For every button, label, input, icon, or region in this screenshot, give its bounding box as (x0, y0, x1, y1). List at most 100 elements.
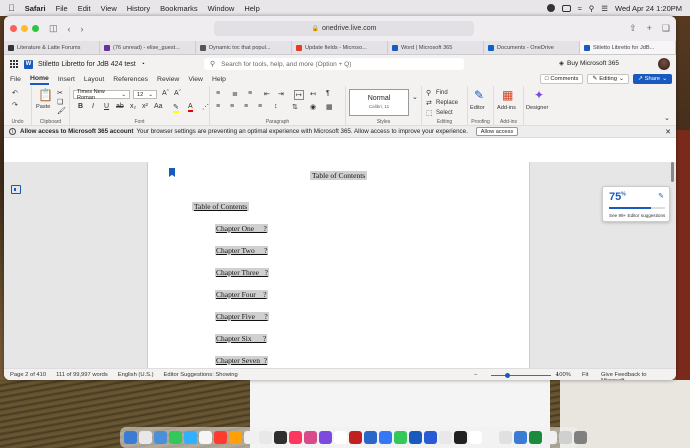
zoom-track[interactable] (491, 372, 552, 378)
change-case-icon[interactable]: Aa (154, 103, 163, 110)
toc-entry[interactable]: Chapter Four ? (215, 290, 268, 299)
dock-app-icon[interactable] (439, 431, 452, 444)
addins-label[interactable]: Add-ins (497, 105, 516, 111)
dock-app-icon[interactable] (319, 431, 332, 444)
toc-entry[interactable]: Chapter Three ? (215, 268, 269, 277)
find-icon[interactable]: ⚲ (426, 89, 431, 97)
decrease-indent-icon[interactable]: ⇤ (264, 90, 270, 98)
search-icon[interactable]: ⚲ (589, 4, 595, 13)
dock-app-icon[interactable] (304, 431, 317, 444)
dock-app-icon[interactable] (229, 431, 242, 444)
fit-button[interactable]: Fit (582, 372, 588, 378)
pilcrow-icon[interactable]: ¶ (326, 90, 330, 97)
dock-app-icon[interactable] (559, 431, 572, 444)
cut-icon[interactable]: ✂ (57, 89, 63, 97)
bold-icon[interactable]: B (78, 103, 83, 110)
control-center-icon[interactable]: ☰ (601, 4, 608, 13)
dock-app-icon[interactable] (409, 431, 422, 444)
menu-edit[interactable]: Edit (78, 4, 91, 13)
shrink-font-icon[interactable]: Aˇ (174, 90, 181, 97)
dock-app-icon[interactable] (289, 431, 302, 444)
shading-icon[interactable]: ◉ (310, 103, 316, 111)
tab-file[interactable]: File (10, 76, 21, 83)
format-painter-icon[interactable]: 🖌 (57, 107, 66, 115)
browser-tab[interactable]: Dynamic toc that popul... (196, 41, 292, 54)
dock-app-icon[interactable] (244, 431, 257, 444)
tab-references[interactable]: References (113, 76, 148, 83)
vertical-scrollbar[interactable] (671, 162, 674, 182)
document-page[interactable]: Table of Contents Table of Contents Chap… (147, 162, 530, 368)
close-icon[interactable]: ✕ (665, 128, 671, 136)
replace-label[interactable]: Replace (436, 100, 458, 106)
tab-home[interactable]: Home (29, 75, 49, 85)
undo-icon[interactable]: ↶ (12, 89, 18, 97)
allow-access-button[interactable]: Allow access (475, 127, 519, 136)
dock-app-icon[interactable] (334, 431, 347, 444)
multilevel-list-icon[interactable]: ≡ (248, 90, 252, 97)
editing-mode-button[interactable]: ✎ Editing ⌄ (587, 74, 629, 84)
app-launcher-icon[interactable] (10, 60, 18, 68)
language-status[interactable]: English (U.S.) (118, 372, 154, 378)
word-count[interactable]: 111 of 99,997 words (56, 372, 108, 378)
font-color-icon[interactable]: A (188, 103, 193, 112)
editor-icon[interactable]: ✎ (474, 88, 484, 102)
dock-app-icon[interactable] (574, 431, 587, 444)
menu-clock[interactable]: Wed Apr 24 1:20PM (615, 4, 682, 13)
browser-tab[interactable]: Update fields - Microso... (292, 41, 388, 54)
browser-tab[interactable]: (76 unread) - elise_guest... (100, 41, 196, 54)
dock-app-icon[interactable] (274, 431, 287, 444)
buy-microsoft-button[interactable]: ◈ Buy Microsoft 365 (559, 59, 619, 68)
find-label[interactable]: Find (436, 90, 448, 96)
zoom-out-icon[interactable]: − (474, 372, 477, 378)
apple-icon[interactable]:  (8, 3, 15, 13)
tab-view[interactable]: View (188, 76, 203, 83)
new-tab-icon[interactable]: + (647, 23, 652, 34)
status-app-icon[interactable] (546, 4, 555, 12)
borders-icon[interactable]: ▦ (326, 103, 333, 111)
menu-window[interactable]: Window (208, 4, 235, 13)
minimize-window-button[interactable] (21, 25, 28, 32)
tab-layout[interactable]: Layout (84, 76, 104, 83)
dock-app-icon[interactable] (499, 431, 512, 444)
designer-icon[interactable]: ✦ (534, 88, 544, 102)
toc-label[interactable]: Table of Contents (192, 202, 250, 211)
dock-app-icon[interactable] (184, 431, 197, 444)
close-window-button[interactable] (10, 25, 17, 32)
wifi-icon[interactable]: ≈ (578, 4, 582, 13)
paste-label[interactable]: Paste (36, 104, 50, 110)
menu-view[interactable]: View (101, 4, 117, 13)
dock-app-icon[interactable] (424, 431, 437, 444)
share-icon[interactable]: ⇧ (629, 23, 637, 34)
dock-app-icon[interactable] (169, 431, 182, 444)
align-left-icon[interactable]: ≡ (216, 103, 220, 110)
address-bar[interactable]: 🔒 onedrive.live.com (214, 21, 474, 36)
font-name-select[interactable]: Times New Roman ⌄ (73, 89, 130, 101)
dock-app-icon[interactable] (214, 431, 227, 444)
comments-button[interactable]: □ Comments (539, 74, 584, 84)
avatar[interactable] (658, 58, 670, 70)
bullets-icon[interactable]: ≡ (216, 90, 220, 97)
zoom-slider[interactable]: − + (474, 372, 569, 378)
menu-history[interactable]: History (127, 4, 150, 13)
superscript-icon[interactable]: x² (142, 103, 148, 110)
line-spacing-icon[interactable]: ↕ (274, 103, 278, 110)
font-size-select[interactable]: 12 ⌄ (133, 90, 157, 99)
document-heading[interactable]: Table of Contents (310, 171, 368, 180)
designer-label[interactable]: Designer (526, 105, 548, 111)
feedback-link[interactable]: Give Feedback to Microsoft (601, 372, 666, 380)
toc-entry[interactable]: Chapter Two ? (215, 246, 269, 255)
dock-app-icon[interactable] (154, 431, 167, 444)
dock-app-icon[interactable] (124, 431, 137, 444)
subscript-icon[interactable]: x₂ (130, 103, 136, 110)
select-label[interactable]: Select (436, 110, 453, 116)
clear-formatting-icon[interactable]: ⋰ (202, 103, 209, 111)
browser-tab-active[interactable]: Stiletto Libretto for JdB... (580, 41, 676, 54)
underline-icon[interactable]: U (104, 103, 109, 110)
tab-insert[interactable]: Insert (58, 76, 75, 83)
redo-icon[interactable]: ↷ (12, 101, 18, 109)
paste-icon[interactable]: 📋 (38, 88, 53, 102)
document-title[interactable]: Stiletto Libretto for JdB 424 test (38, 61, 136, 68)
highlight-icon[interactable]: ✎ (173, 103, 179, 113)
toc-entry[interactable]: Chapter Five ? (215, 312, 269, 321)
toc-entry[interactable]: Chapter Six ? (215, 334, 268, 343)
